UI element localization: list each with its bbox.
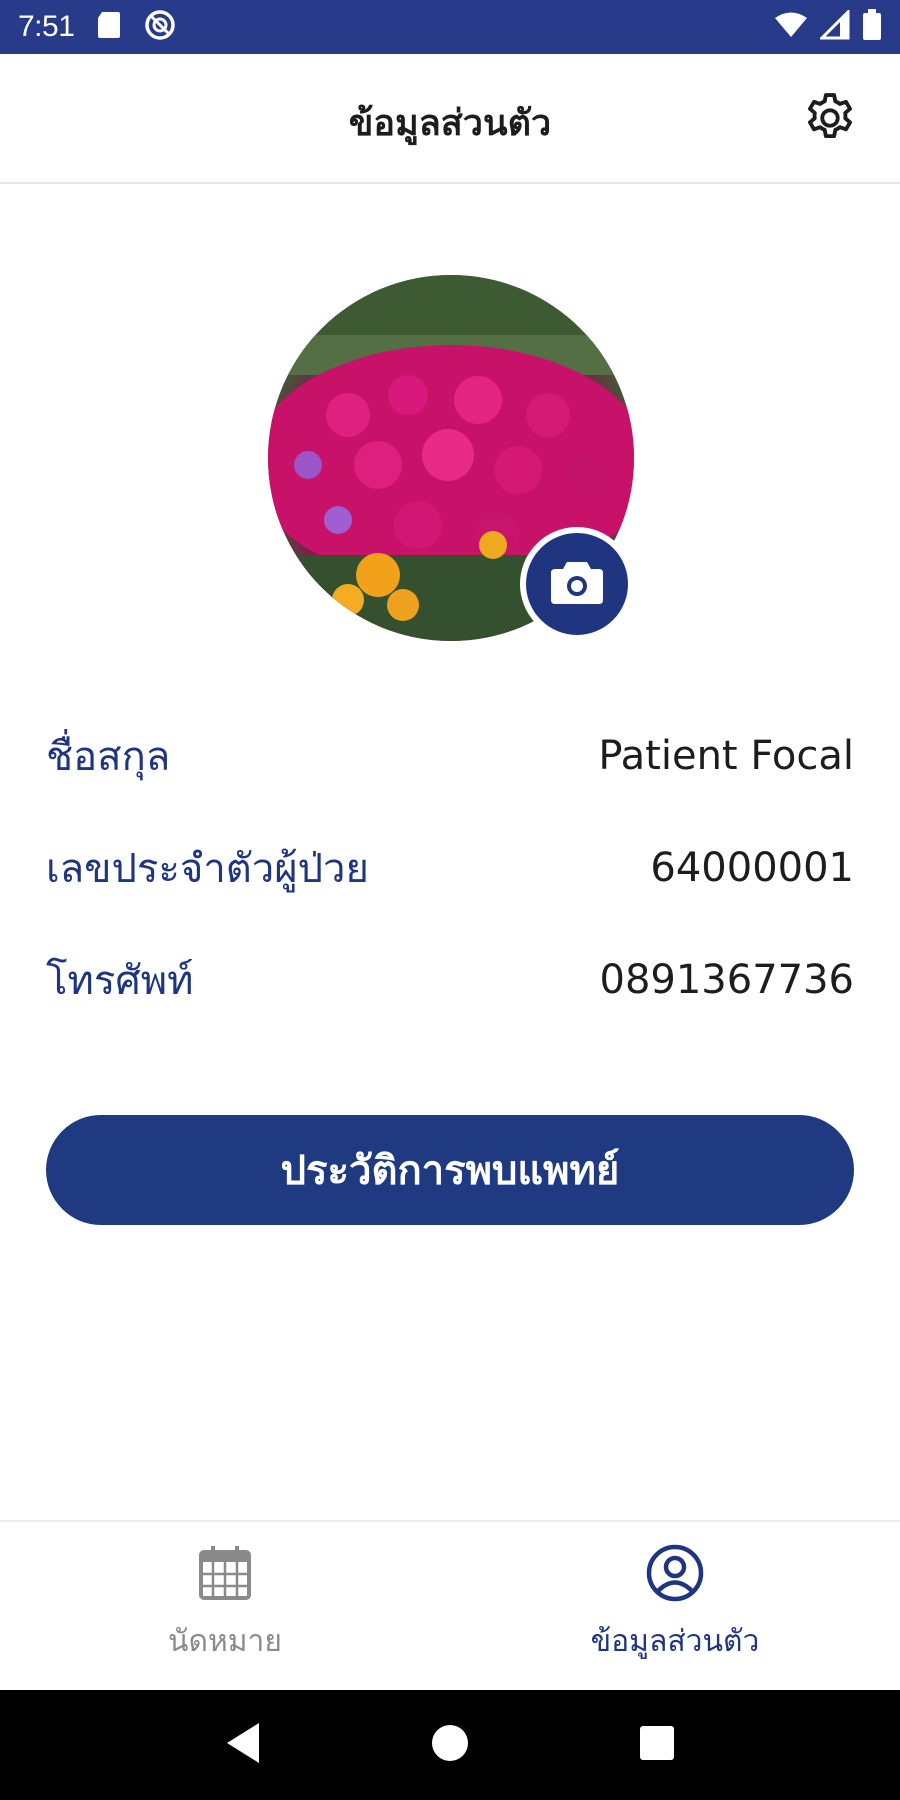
page-title: ข้อมูลส่วนตัว xyxy=(348,103,552,144)
home-circle-icon xyxy=(430,1723,470,1767)
patient-id-value: 64000001 xyxy=(650,845,854,891)
status-left: 7:51 xyxy=(18,9,176,45)
recents-square-icon xyxy=(638,1724,676,1766)
name-value: Patient Focal xyxy=(598,733,854,779)
nav-item-appointments[interactable]: นัดหมาย xyxy=(0,1522,450,1690)
info-row-name: ชื่อสกุล Patient Focal xyxy=(46,700,854,812)
status-bar: 7:51 xyxy=(0,0,900,54)
system-home-button[interactable] xyxy=(410,1705,490,1785)
profile-info: ชื่อสกุล Patient Focal เลขประจำตัวผู้ป่ว… xyxy=(46,700,854,1036)
battery-icon xyxy=(862,9,882,45)
patient-id-label: เลขประจำตัวผู้ป่วย xyxy=(46,846,369,892)
calendar-icon xyxy=(197,1544,253,1606)
phone-label: โทรศัพท์ xyxy=(46,958,194,1004)
status-right xyxy=(774,8,882,45)
nav-item-profile[interactable]: ข้อมูลส่วนตัว xyxy=(450,1522,900,1690)
nav-label-profile: ข้อมูลส่วนตัว xyxy=(590,1624,760,1659)
account-icon xyxy=(646,1544,704,1606)
bottom-nav: นัดหมาย ข้อมูลส่วนตัว xyxy=(0,1520,900,1690)
name-label: ชื่อสกุล xyxy=(46,734,171,780)
phone-value: 0891367736 xyxy=(599,957,855,1003)
system-back-button[interactable] xyxy=(203,1705,283,1785)
settings-button[interactable] xyxy=(800,90,860,150)
status-time: 7:51 xyxy=(18,10,75,43)
gear-icon xyxy=(801,89,859,151)
do-not-disturb-icon xyxy=(144,9,176,45)
info-row-patient-id: เลขประจำตัวผู้ป่วย 64000001 xyxy=(46,812,854,924)
info-row-phone: โทรศัพท์ 0891367736 xyxy=(46,924,854,1036)
app-bar: ข้อมูลส่วนตัว xyxy=(0,54,900,184)
avatar-container xyxy=(268,275,634,641)
sd-card-icon xyxy=(96,10,122,44)
system-nav-bar xyxy=(0,1690,900,1800)
change-photo-button[interactable] xyxy=(520,527,634,641)
nav-label-appointments: นัดหมาย xyxy=(168,1624,282,1659)
back-triangle-icon xyxy=(223,1721,263,1769)
wifi-icon xyxy=(774,11,808,43)
system-recents-button[interactable] xyxy=(617,1705,697,1785)
camera-icon xyxy=(549,558,605,610)
signal-icon xyxy=(818,8,850,44)
medical-history-button[interactable]: ประวัติการพบแพทย์ xyxy=(46,1115,854,1225)
